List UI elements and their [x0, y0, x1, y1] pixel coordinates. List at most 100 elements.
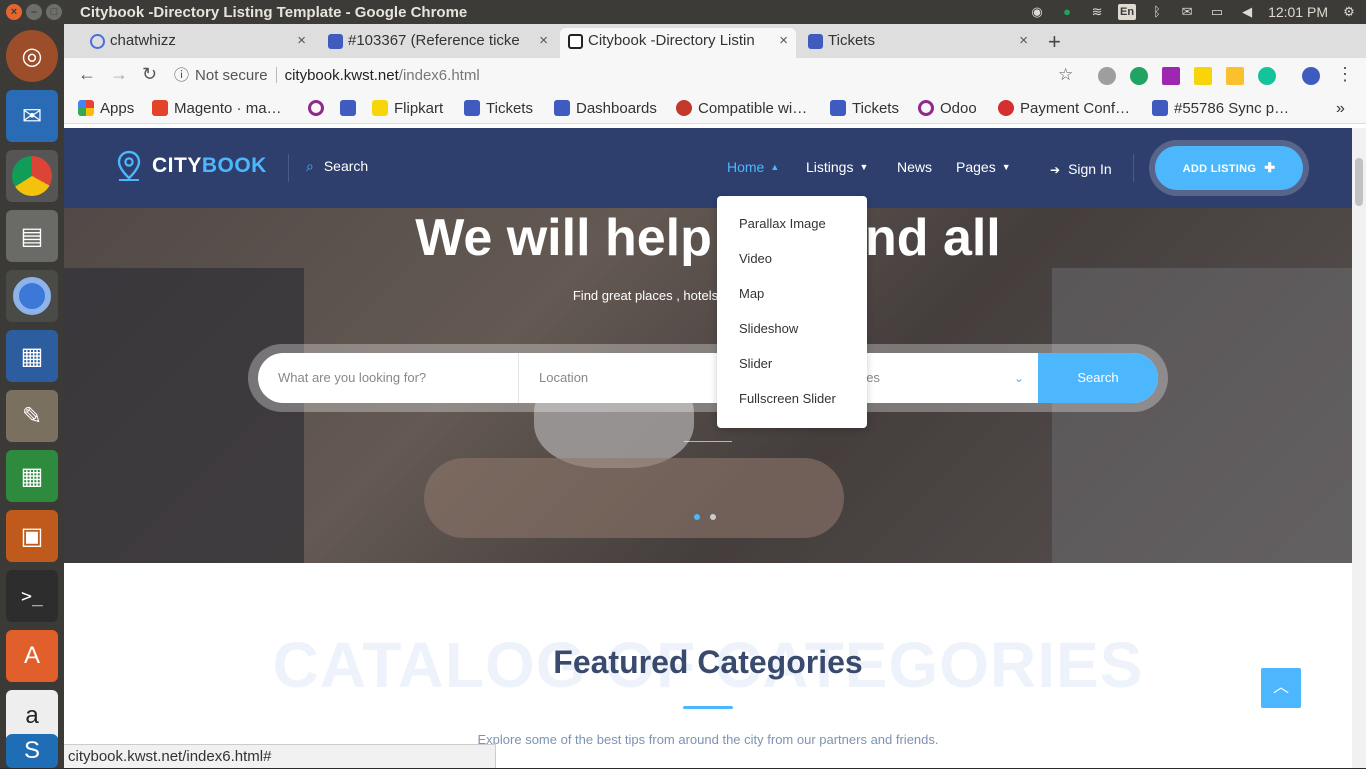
bookmark-label: Dashboards: [576, 100, 657, 117]
chrome-launcher-icon[interactable]: [6, 150, 58, 202]
system-tray: ◉ ● ≋ En ᛒ ✉ ▭ ◀ 12:01 PM ⚙: [1028, 0, 1358, 24]
nav-listings[interactable]: Listings ▼: [806, 159, 868, 175]
clock[interactable]: 12:01 PM: [1268, 4, 1328, 20]
bookmark-magento[interactable]: Magento · ma…: [152, 99, 282, 119]
nav-home[interactable]: Home ▲: [727, 159, 779, 175]
address-bar[interactable]: ⓘ Not secure citybook.kwst.net/index6.html: [174, 63, 1094, 89]
extension-chat-icon[interactable]: [1098, 67, 1116, 85]
bookmark-apps[interactable]: Apps: [78, 99, 134, 119]
minimize-window-button[interactable]: –: [26, 4, 42, 20]
chrome-menu-icon[interactable]: ⋮: [1336, 64, 1354, 85]
window-title: Citybook -Directory Listing Template - G…: [80, 3, 468, 21]
chrome-tray-icon[interactable]: ◉: [1028, 4, 1046, 20]
ubuntu-dash-icon[interactable]: ◎: [6, 30, 58, 82]
hero-section: We will help you find all Find great pla…: [64, 208, 1352, 563]
menu-item-parallax-image[interactable]: Parallax Image: [739, 216, 826, 231]
bookmark-odoo-icon-only[interactable]: [308, 99, 330, 119]
wifi-icon[interactable]: ≋: [1088, 4, 1106, 20]
tab-chatwhizz[interactable]: chatwhizz ×: [82, 28, 314, 58]
back-arrow-icon[interactable]: ←: [78, 64, 96, 85]
header-search-button[interactable]: ⌕ Search: [306, 158, 368, 175]
mail-icon[interactable]: ✉: [1178, 4, 1196, 20]
bookmark-label: Magento · ma…: [174, 100, 282, 117]
bookmark-ticket-icon-only[interactable]: [340, 99, 362, 119]
libreoffice-impress-icon[interactable]: ▣: [6, 510, 58, 562]
scrollbar-thumb[interactable]: [1355, 158, 1363, 206]
tab-label: Citybook -Directory Listin: [588, 32, 755, 49]
keyboard-layout-indicator[interactable]: En: [1118, 4, 1137, 20]
os-top-bar: × – □ Citybook -Directory Listing Templa…: [0, 0, 1366, 24]
extension-notes-icon[interactable]: [1226, 67, 1244, 85]
tab-tickets[interactable]: Tickets ×: [800, 28, 1036, 58]
software-center-icon[interactable]: A: [6, 630, 58, 682]
site-logo[interactable]: CITYBOOK: [114, 150, 267, 182]
keyword-input[interactable]: What are you looking for?: [258, 353, 518, 403]
settings-gear-icon[interactable]: ⚙: [1340, 4, 1358, 20]
extension-flipkart-icon[interactable]: [1194, 67, 1212, 85]
tab-close-icon[interactable]: ×: [297, 28, 306, 54]
bookmark-odoo[interactable]: Odoo: [918, 99, 977, 119]
bookmark-dashboards[interactable]: Dashboards: [554, 99, 657, 119]
terminal-icon[interactable]: >_: [6, 570, 58, 622]
sign-in-link[interactable]: ➔ Sign In: [1050, 161, 1112, 177]
chromium-icon[interactable]: [6, 270, 58, 322]
add-listing-button[interactable]: ADD LISTING ✚: [1155, 146, 1303, 190]
bookmark-sync[interactable]: #55786 Sync p…: [1152, 99, 1289, 119]
map-pin-icon: [117, 150, 141, 181]
tab-close-icon[interactable]: ×: [1019, 28, 1028, 54]
menu-item-video[interactable]: Video: [739, 251, 772, 266]
payment-icon: [998, 100, 1014, 116]
close-window-button[interactable]: ×: [6, 4, 22, 20]
nav-news[interactable]: News: [897, 159, 932, 175]
scroll-to-top-button[interactable]: ︿: [1261, 668, 1301, 708]
browser-toolbar: ← → ↻ ⓘ Not secure citybook.kwst.net/index…: [64, 58, 1366, 94]
extension-zoho-icon[interactable]: [1302, 67, 1320, 85]
slider-dot[interactable]: [710, 514, 716, 520]
chatwhizz-favicon-icon: [90, 34, 105, 49]
thunderbird-icon[interactable]: ✉: [6, 90, 58, 142]
menu-item-slider[interactable]: Slider: [739, 356, 772, 371]
libreoffice-calc-icon[interactable]: ▦: [6, 450, 58, 502]
bookmark-flipkart[interactable]: Flipkart: [372, 99, 443, 119]
nav-label: Home: [727, 159, 765, 175]
tab-citybook[interactable]: Citybook -Directory Listin ×: [560, 28, 796, 58]
header-search-label: Search: [323, 158, 369, 174]
extension-pen-icon[interactable]: [1162, 67, 1180, 85]
nav-pages[interactable]: Pages ▼: [956, 159, 1011, 175]
extension-hangouts-icon[interactable]: [1130, 67, 1148, 85]
forward-arrow-icon[interactable]: →: [110, 64, 128, 85]
hero-search-bar: What are you looking for? Location All C…: [258, 353, 1158, 403]
bluetooth-icon[interactable]: ᛒ: [1148, 4, 1166, 20]
bookmarks-overflow-button[interactable]: »: [1336, 99, 1345, 119]
reload-icon[interactable]: ↻: [142, 64, 157, 85]
hero-search-button[interactable]: Search: [1038, 353, 1158, 403]
bookmark-tickets-2[interactable]: Tickets: [830, 99, 899, 119]
bookmark-payment[interactable]: Payment Conf…: [998, 99, 1130, 119]
libreoffice-writer-icon[interactable]: ▦: [6, 330, 58, 382]
status-bubble: citybook.kwst.net/index6.html#: [64, 744, 496, 768]
page-scrollbar[interactable]: [1352, 128, 1366, 768]
maximize-window-button[interactable]: □: [46, 4, 62, 20]
extension-grammarly-icon[interactable]: [1258, 67, 1276, 85]
slider-dot-active[interactable]: [694, 514, 700, 520]
battery-icon[interactable]: ▭: [1208, 4, 1226, 20]
odoo-icon: [918, 100, 934, 116]
dictionary-icon[interactable]: ✎: [6, 390, 58, 442]
skype-icon[interactable]: S: [6, 734, 58, 768]
info-icon[interactable]: ⓘ: [174, 67, 189, 84]
menu-item-map[interactable]: Map: [739, 286, 764, 301]
hangouts-tray-icon[interactable]: ●: [1058, 4, 1076, 20]
files-icon[interactable]: ▤: [6, 210, 58, 262]
new-tab-button[interactable]: +: [1048, 29, 1061, 55]
volume-icon[interactable]: ◀: [1238, 4, 1256, 20]
tab-close-icon[interactable]: ×: [539, 28, 548, 54]
ticket-icon: [340, 100, 356, 116]
menu-item-slideshow[interactable]: Slideshow: [739, 321, 798, 336]
featured-title: Featured Categories: [553, 644, 863, 680]
bookmark-compatible[interactable]: Compatible wi…: [676, 99, 807, 119]
tab-close-icon[interactable]: ×: [779, 28, 788, 54]
menu-item-fullscreen-slider[interactable]: Fullscreen Slider: [739, 391, 836, 406]
tab-reference-ticket[interactable]: #103367 (Reference ticke ×: [320, 28, 556, 58]
bookmark-star-icon[interactable]: ☆: [1058, 65, 1073, 85]
bookmark-tickets[interactable]: Tickets: [464, 99, 533, 119]
